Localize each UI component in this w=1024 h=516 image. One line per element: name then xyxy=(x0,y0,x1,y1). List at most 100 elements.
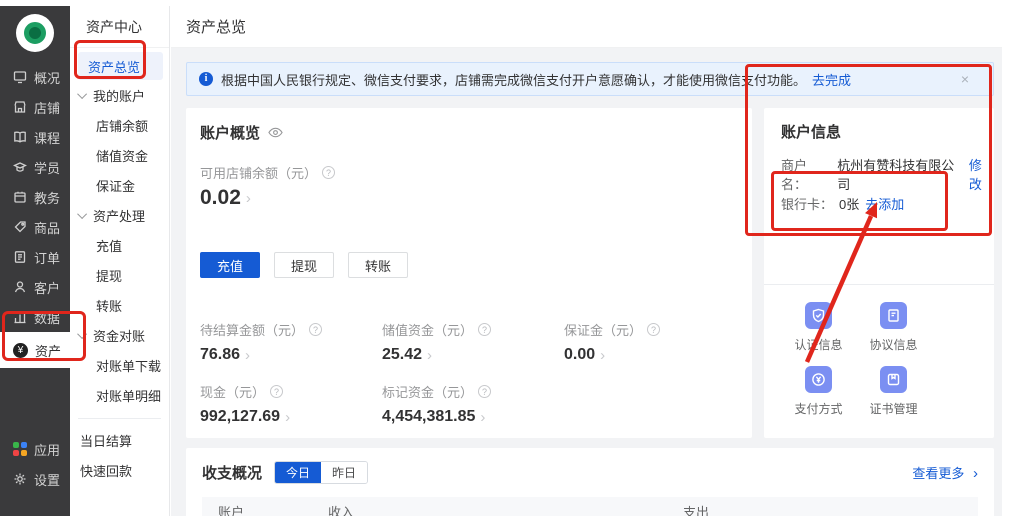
stat-value-link[interactable]: 992,127.69› xyxy=(200,408,382,426)
chevron-right-icon: › xyxy=(245,347,250,364)
shop-icon xyxy=(13,100,27,114)
goods-icon xyxy=(13,220,27,234)
apps-icon xyxy=(13,442,27,456)
submenu-group-label: 资产处理 xyxy=(93,206,145,225)
stat-stored-funds: 储值资金（元）? 25.42 › xyxy=(382,320,564,364)
sidebar-item-order[interactable]: 订单 xyxy=(0,242,70,272)
academic-icon xyxy=(13,190,27,204)
submenu-item-shop-balance[interactable]: 店铺余额 xyxy=(70,110,169,140)
recharge-button[interactable]: 充值 xyxy=(200,252,260,278)
tile-certification-info[interactable]: 认证信息 xyxy=(781,302,856,353)
student-icon xyxy=(13,160,27,174)
submenu-item-recharge[interactable]: 充值 xyxy=(70,230,169,260)
sidebar-item-settings[interactable]: 设置 xyxy=(0,464,70,494)
page-header: 资产总览 xyxy=(171,6,1002,48)
submenu-item-asset-overview[interactable]: 资产总览 xyxy=(78,52,163,80)
sidebar-item-academic[interactable]: 教务 xyxy=(0,182,70,212)
submenu-divider xyxy=(78,418,161,419)
question-icon[interactable]: ? xyxy=(478,323,491,336)
card-divider xyxy=(764,284,994,285)
tile-label: 支付方式 xyxy=(794,400,842,417)
submenu-item-transfer[interactable]: 转账 xyxy=(70,290,169,320)
chevron-down-icon xyxy=(77,329,87,339)
banner-close-icon[interactable]: × xyxy=(961,71,969,87)
banner-complete-link[interactable]: 去完成 xyxy=(812,70,851,89)
submenu-item-withdraw[interactable]: 提现 xyxy=(70,260,169,290)
account-overview-card: 账户概览 可用店铺余额（元） ? 0.02 › 充值 xyxy=(186,108,752,438)
stat-value-link[interactable]: 76.86› xyxy=(200,346,382,364)
sidebar-item-assets[interactable]: ¥ 资产 xyxy=(0,332,70,368)
payment-yen-icon xyxy=(811,372,826,387)
sidebar-item-course[interactable]: 课程 xyxy=(0,122,70,152)
stat-value-link[interactable]: 4,454,381.85› xyxy=(382,408,564,426)
sidebar-item-label: 设置 xyxy=(34,470,60,489)
sidebar-item-student[interactable]: 学员 xyxy=(0,152,70,182)
account-overview-title: 账户概览 xyxy=(200,122,260,143)
tile-label: 认证信息 xyxy=(794,336,842,353)
settings-icon xyxy=(13,472,27,486)
stat-label: 现金（元） xyxy=(200,382,265,401)
balance-value-link[interactable]: 0.02 › xyxy=(200,186,738,210)
question-icon[interactable]: ? xyxy=(322,166,335,179)
submenu-item-statement-download[interactable]: 对账单下载 xyxy=(70,350,169,380)
stat-label: 储值资金（元） xyxy=(382,320,473,339)
stat-value-link[interactable]: 0.00 › xyxy=(564,346,738,364)
eye-icon[interactable] xyxy=(268,127,283,138)
bank-card-add-link[interactable]: 去添加 xyxy=(865,194,904,213)
course-icon xyxy=(13,130,27,144)
tile-agreement-info[interactable]: 协议信息 xyxy=(856,302,931,353)
table-header-row: 账户 收入 支出 xyxy=(202,497,978,516)
tile-certificate-management[interactable]: 证书管理 xyxy=(856,366,931,417)
column-header-account: 账户 xyxy=(218,502,328,516)
chevron-right-icon: › xyxy=(600,347,605,364)
withdraw-button[interactable]: 提现 xyxy=(274,252,334,278)
submenu-group-asset-handling[interactable]: 资产处理 xyxy=(70,200,169,230)
chevron-right-icon: › xyxy=(973,465,978,482)
submenu-item-same-day-settlement[interactable]: 当日结算 xyxy=(70,425,169,455)
submenu-header: 资产中心 xyxy=(70,6,169,48)
submenu-group-label: 资金对账 xyxy=(93,326,145,345)
submenu-item-deposit[interactable]: 保证金 xyxy=(70,170,169,200)
sidebar-item-customer[interactable]: 客户 xyxy=(0,272,70,302)
assets-icon: ¥ xyxy=(13,343,28,358)
submenu-item-quick-payment[interactable]: 快速回款 xyxy=(70,455,169,485)
stat-value-link[interactable]: 25.42 › xyxy=(382,346,564,364)
sidebar-item-label: 教务 xyxy=(34,188,60,207)
info-icon: i xyxy=(199,72,213,86)
tile-payment-method[interactable]: 支付方式 xyxy=(781,366,856,417)
sidebar-item-overview[interactable]: 概况 xyxy=(0,62,70,92)
sidebar-item-goods[interactable]: 商品 xyxy=(0,212,70,242)
order-icon xyxy=(13,250,27,264)
stat-value: 25.42 xyxy=(382,346,422,364)
sidebar-item-label: 资产 xyxy=(35,341,61,360)
submenu-group-reconciliation[interactable]: 资金对账 xyxy=(70,320,169,350)
chevron-right-icon: › xyxy=(246,190,251,207)
income-expense-title: 收支概况 xyxy=(202,462,262,483)
sidebar-item-label: 客户 xyxy=(34,278,60,297)
question-icon[interactable]: ? xyxy=(647,323,660,336)
sidebar-item-shop[interactable]: 店铺 xyxy=(0,92,70,122)
sidebar-item-label: 店铺 xyxy=(34,98,60,117)
merchant-edit-link[interactable]: 修改 xyxy=(969,155,994,193)
tab-today[interactable]: 今日 xyxy=(275,462,321,483)
tab-yesterday[interactable]: 昨日 xyxy=(321,462,367,483)
stat-pending-settlement: 待结算金额（元）? 76.86› xyxy=(200,320,382,364)
question-icon[interactable]: ? xyxy=(309,323,322,336)
sidebar-item-apps[interactable]: 应用 xyxy=(0,434,70,464)
question-icon[interactable]: ? xyxy=(478,385,491,398)
overview-icon xyxy=(13,70,27,84)
balance-value: 0.02 xyxy=(200,186,241,210)
sidebar-item-data[interactable]: 数据 xyxy=(0,302,70,332)
submenu-group-my-account[interactable]: 我的账户 xyxy=(70,80,169,110)
view-more-link[interactable]: 查看更多 › xyxy=(912,463,978,482)
submenu-item-statement-detail[interactable]: 对账单明细 xyxy=(70,380,169,410)
merchant-name-row: 商户名： 杭州有赞科技有限公司 修改 xyxy=(781,155,994,193)
chevron-down-icon xyxy=(77,89,87,99)
transfer-button[interactable]: 转账 xyxy=(348,252,408,278)
brand-logo[interactable] xyxy=(0,6,70,62)
question-icon[interactable]: ? xyxy=(270,385,283,398)
submenu-item-stored-funds[interactable]: 储值资金 xyxy=(70,140,169,170)
chevron-right-icon: › xyxy=(427,347,432,364)
bank-card-row: 银行卡： 0张 去添加 xyxy=(781,194,904,213)
stat-value: 0.00 xyxy=(564,346,595,364)
